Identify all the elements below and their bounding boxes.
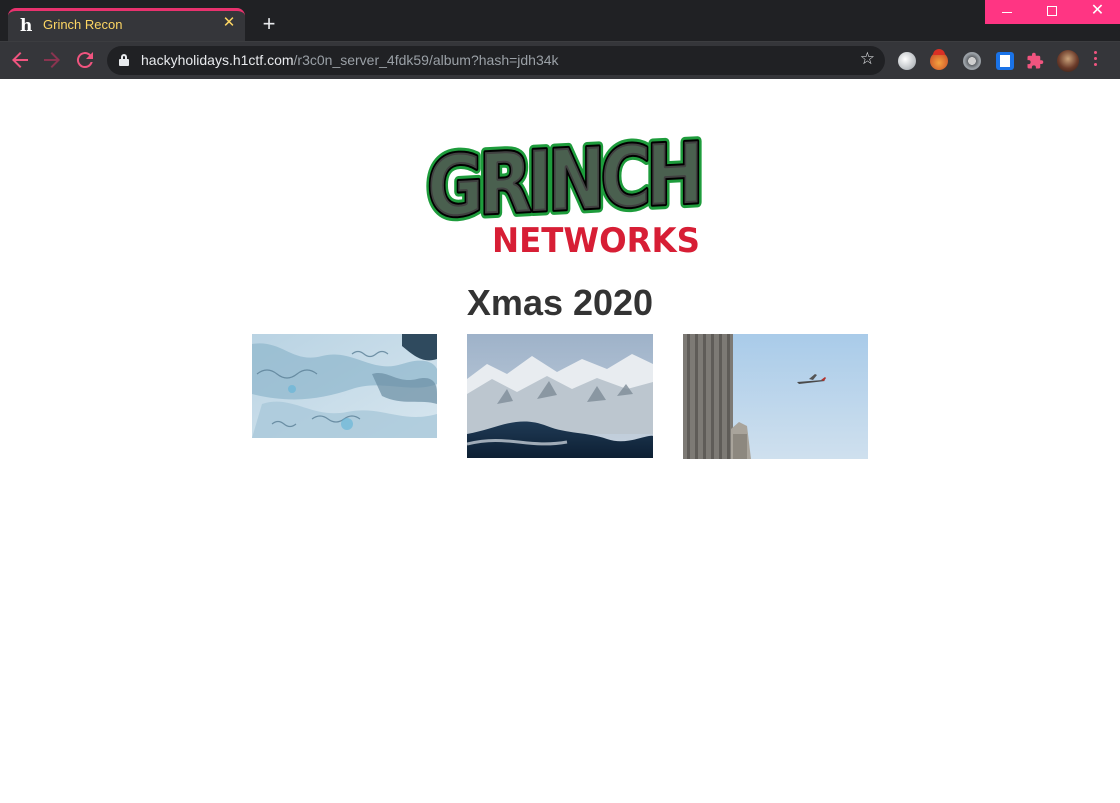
kebab-menu-icon[interactable] xyxy=(1094,51,1098,69)
tab-title: Grinch Recon xyxy=(43,17,123,32)
arrow-left-icon xyxy=(12,52,28,68)
window-maximize-button[interactable] xyxy=(1030,0,1075,24)
album-title: Xmas 2020 xyxy=(466,282,654,323)
url-host: hackyholidays.h1ctf.com xyxy=(141,52,294,68)
new-tab-button[interactable]: + xyxy=(258,13,280,36)
extension-santa-icon[interactable] xyxy=(930,49,948,70)
url-path: /r3c0n_server_4fdk59/album?hash=jdh34k xyxy=(293,52,559,68)
svg-text:GRINCH: GRINCH xyxy=(427,124,699,236)
star-icon[interactable]: ☆ xyxy=(860,49,875,69)
window-minimize-button[interactable] xyxy=(985,0,1030,24)
browser-titlebar: h Grinch Recon ✕ + ✕ xyxy=(0,0,1120,41)
browser-tab[interactable]: h Grinch Recon ✕ xyxy=(8,8,245,41)
back-button[interactable] xyxy=(8,48,32,72)
minimize-icon xyxy=(1002,12,1012,13)
arrow-right-icon xyxy=(44,52,60,68)
extension-gear-icon[interactable] xyxy=(963,52,981,70)
window-close-button[interactable]: ✕ xyxy=(1075,0,1120,24)
extension-globe-icon[interactable] xyxy=(898,52,916,70)
reload-icon xyxy=(76,52,93,69)
close-icon: ✕ xyxy=(1090,2,1105,19)
forward-button[interactable] xyxy=(40,48,64,72)
maximize-icon xyxy=(1047,6,1057,16)
lock-icon[interactable] xyxy=(119,54,129,66)
tab-close-icon[interactable]: ✕ xyxy=(221,15,237,31)
browser-toolbar: hackyholidays.h1ctf.com/r3c0n_server_4fd… xyxy=(0,41,1120,79)
address-bar[interactable]: hackyholidays.h1ctf.com/r3c0n_server_4fd… xyxy=(107,46,885,75)
extension-shield-icon[interactable] xyxy=(996,52,1014,70)
site-favicon-icon: h xyxy=(20,17,36,35)
album-photo-1[interactable] xyxy=(252,334,437,438)
album-photo-2[interactable] xyxy=(467,334,653,458)
puzzle-icon[interactable] xyxy=(1026,52,1044,70)
album-photo-3[interactable] xyxy=(683,334,868,459)
profile-avatar[interactable] xyxy=(1057,50,1079,72)
grinch-networks-logo: GRINCH GRINCH GRINCH NETWORKS xyxy=(422,119,704,255)
page-content: GRINCH GRINCH GRINCH NETWORKS Xmas 2020 xyxy=(0,79,1120,803)
url-text[interactable]: hackyholidays.h1ctf.com/r3c0n_server_4fd… xyxy=(141,52,559,68)
svg-text:NETWORKS: NETWORKS xyxy=(492,221,700,255)
reload-button[interactable] xyxy=(73,48,97,72)
